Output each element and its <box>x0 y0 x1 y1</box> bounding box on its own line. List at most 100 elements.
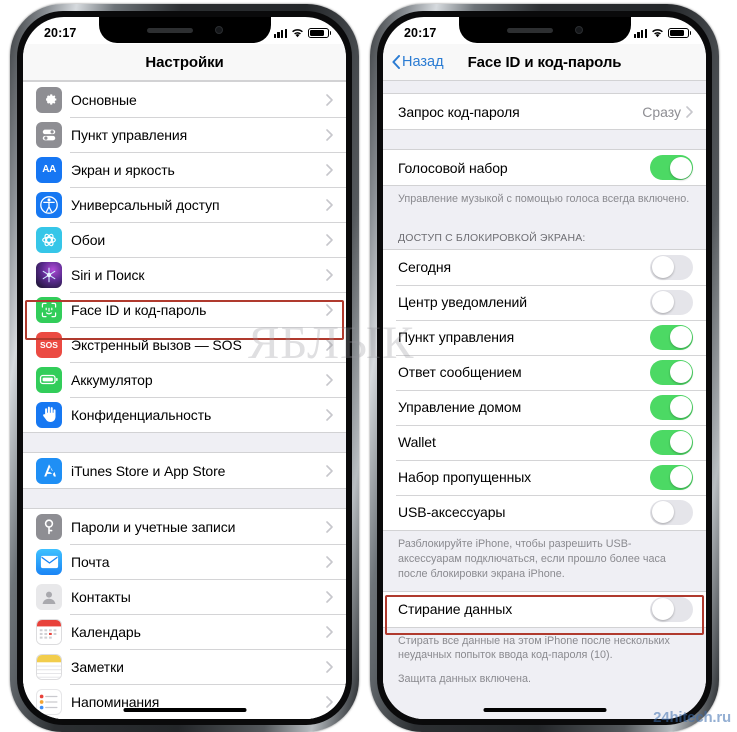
status-indicators <box>273 28 329 38</box>
wallpaper-icon <box>36 226 62 253</box>
toggle-knob <box>651 598 674 621</box>
notch <box>458 17 631 43</box>
sidebar-item-label: Универсальный доступ <box>71 196 220 213</box>
battery-icon <box>308 28 329 38</box>
chevron-right-icon <box>326 303 333 316</box>
sidebar-item-accessibility[interactable]: Универсальный доступ <box>23 187 346 222</box>
row-notification-center[interactable]: Центр уведомлений <box>383 284 706 320</box>
toggle-return-missed-calls[interactable] <box>650 464 693 490</box>
right-phone-bezel: 20:17 Назад Face ID и код-пароль Запрос … <box>377 11 712 725</box>
settings-group-system: Основные Пункт управления AA Экран и ярк… <box>23 81 346 433</box>
page-title: Настройки <box>145 53 224 71</box>
toggle-today[interactable] <box>650 254 693 280</box>
right-settings-scroll[interactable]: Запрос код-пароля Сразу Голосовой набор … <box>383 81 706 719</box>
sos-icon: SOS <box>36 331 62 358</box>
front-camera-icon <box>214 26 223 34</box>
privacy-hand-icon <box>36 401 62 428</box>
status-time: 20:17 <box>404 26 437 40</box>
right-phone-device: 20:17 Назад Face ID и код-пароль Запрос … <box>370 4 719 732</box>
row-control-center[interactable]: Пункт управления <box>383 319 706 355</box>
group-spacer <box>383 130 706 149</box>
toggle-control-center[interactable] <box>650 324 693 350</box>
display-icon: AA <box>36 156 62 183</box>
row-reply-with-message[interactable]: Ответ сообщением <box>383 354 706 390</box>
erase-data-footer-line-2: Защита данных включена. <box>398 673 531 686</box>
control-center-icon <box>36 121 62 148</box>
toggle-knob <box>651 256 674 279</box>
row-label: Голосовой набор <box>398 159 508 176</box>
sidebar-item-label: Пункт управления <box>71 126 188 143</box>
chevron-right-icon <box>326 163 333 176</box>
chevron-right-icon <box>326 198 333 211</box>
erase-data-group: Стирание данных <box>383 590 706 628</box>
toggle-erase-data[interactable] <box>650 596 693 622</box>
notch <box>98 17 271 43</box>
sidebar-item-label: Контакты <box>71 588 131 605</box>
left-nav-bar: Настройки <box>23 44 346 81</box>
row-wallet[interactable]: Wallet <box>383 424 706 460</box>
sidebar-item-mail[interactable]: Почта <box>23 544 346 579</box>
row-label: Wallet <box>398 434 436 451</box>
toggle-voice-dial[interactable] <box>650 155 693 180</box>
toggle-notification-center[interactable] <box>650 289 693 315</box>
cellular-bars-icon <box>273 28 287 38</box>
toggle-usb-accessories[interactable] <box>650 499 693 525</box>
battery-settings-icon <box>36 366 62 393</box>
row-voice-dial[interactable]: Голосовой набор <box>383 150 706 185</box>
toggle-knob <box>669 361 692 384</box>
row-label: Ответ сообщением <box>398 364 522 381</box>
sidebar-item-privacy[interactable]: Конфиденциальность <box>23 397 346 432</box>
sidebar-item-itunes-appstore[interactable]: iTunes Store и App Store <box>23 453 346 488</box>
mail-icon <box>36 548 62 575</box>
toggle-knob <box>669 466 692 489</box>
row-home-control[interactable]: Управление домом <box>383 389 706 425</box>
accessibility-icon <box>36 191 62 218</box>
sidebar-item-battery[interactable]: Аккумулятор <box>23 362 346 397</box>
row-label: Центр уведомлений <box>398 294 527 311</box>
settings-group-apps: Пароли и учетные записи Почта Контакты К… <box>23 508 346 719</box>
sidebar-item-control-center[interactable]: Пункт управления <box>23 117 346 152</box>
sidebar-item-passwords-accounts[interactable]: Пароли и учетные записи <box>23 509 346 544</box>
sidebar-item-face-id-passcode[interactable]: Face ID и код-пароль <box>23 292 346 327</box>
chevron-right-icon <box>326 520 333 533</box>
row-passcode-request[interactable]: Запрос код-пароля Сразу <box>383 94 706 129</box>
toggle-wallet[interactable] <box>650 429 693 455</box>
sidebar-item-general[interactable]: Основные <box>23 82 346 117</box>
sidebar-item-wallpaper[interactable]: Обои <box>23 222 346 257</box>
sidebar-item-calendar[interactable]: Календарь <box>23 614 346 649</box>
toggle-home-control[interactable] <box>650 394 693 420</box>
row-usb-accessories[interactable]: USB-аксессуары <box>383 494 706 530</box>
sidebar-item-contacts[interactable]: Контакты <box>23 579 346 614</box>
toggle-reply-with-message[interactable] <box>650 359 693 385</box>
sidebar-item-label: iTunes Store и App Store <box>71 462 226 479</box>
back-button[interactable]: Назад <box>392 54 444 70</box>
key-icon <box>36 513 62 540</box>
appstore-icon <box>36 457 62 484</box>
chevron-right-icon <box>326 233 333 246</box>
left-settings-scroll[interactable]: Основные Пункт управления AA Экран и ярк… <box>23 81 346 719</box>
row-label: Пункт управления <box>398 329 515 346</box>
chevron-right-icon <box>686 105 693 118</box>
chevron-right-icon <box>326 555 333 568</box>
left-phone-screen: 20:17 Настройки Основные Пункт управлени… <box>23 17 346 719</box>
sidebar-item-reminders[interactable]: Напоминания <box>23 684 346 719</box>
group-spacer <box>383 81 706 93</box>
sidebar-item-display-brightness[interactable]: AA Экран и яркость <box>23 152 346 187</box>
front-camera-icon <box>574 26 583 34</box>
toggle-knob <box>669 431 692 454</box>
sidebar-item-emergency-sos[interactable]: SOS Экстренный вызов — SOS <box>23 327 346 362</box>
cellular-bars-icon <box>633 28 647 38</box>
row-label: Управление домом <box>398 399 522 416</box>
sidebar-item-label: Аккумулятор <box>71 371 153 388</box>
battery-icon <box>668 28 689 38</box>
row-erase-data[interactable]: Стирание данных <box>383 591 706 627</box>
row-return-missed-calls[interactable]: Набор пропущенных <box>383 459 706 495</box>
sidebar-item-label: Обои <box>71 231 106 248</box>
row-today[interactable]: Сегодня <box>383 249 706 285</box>
sidebar-item-notes[interactable]: Заметки <box>23 649 346 684</box>
reminders-icon <box>36 688 62 715</box>
sidebar-item-siri-search[interactable]: Siri и Поиск <box>23 257 346 292</box>
chevron-right-icon <box>326 590 333 603</box>
home-indicator <box>483 707 606 712</box>
home-indicator <box>123 707 246 712</box>
